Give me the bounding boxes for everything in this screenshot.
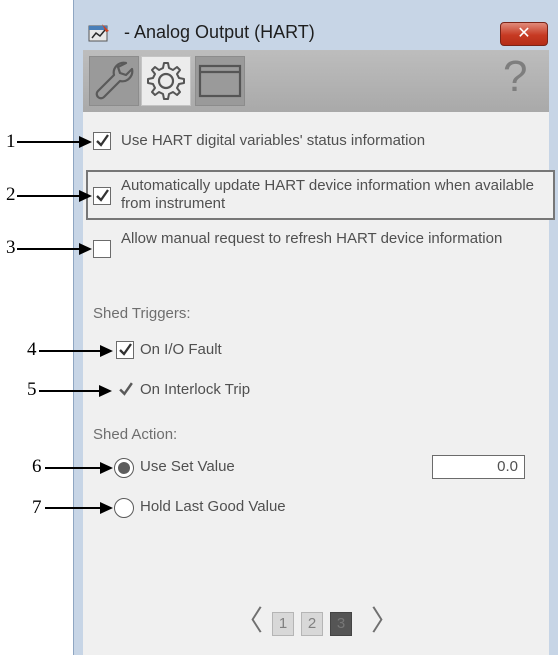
hart-status-label: Use HART digital variables' status infor…: [121, 132, 426, 149]
window-title: - Analog Output (HART): [124, 22, 315, 42]
callout-number: 2: [6, 184, 16, 205]
arrow-icon: [79, 243, 92, 255]
io-fault-checkbox[interactable]: [116, 341, 134, 359]
close-button[interactable]: ✕: [500, 22, 548, 46]
callout-line: [39, 390, 101, 392]
arrow-icon: [100, 502, 113, 514]
callout-line: [17, 248, 81, 250]
interlock-trip-check-icon[interactable]: [118, 381, 134, 397]
use-set-value-label: Use Set Value: [140, 458, 235, 475]
help-icon[interactable]: ?: [503, 52, 527, 102]
page-3-button[interactable]: 3: [330, 612, 352, 636]
interlock-trip-label: On Interlock Trip: [140, 381, 251, 398]
callout-line: [17, 195, 81, 197]
arrow-icon: [99, 385, 112, 397]
tab-configuration[interactable]: [141, 56, 191, 106]
set-value-input[interactable]: 0.0: [432, 455, 525, 479]
tab-maintenance[interactable]: [89, 56, 139, 106]
io-fault-label: On I/O Fault: [140, 341, 222, 358]
faceplate-icon: [198, 64, 242, 98]
callout-line: [45, 507, 102, 509]
arrow-icon: [100, 345, 113, 357]
arrow-icon: [100, 462, 113, 474]
callout-number: 5: [27, 379, 37, 400]
tab-bar: ?: [83, 50, 549, 112]
gear-icon: [147, 62, 185, 100]
arrow-icon: [79, 136, 92, 148]
callout-number: 4: [27, 339, 37, 360]
use-set-value-radio[interactable]: [114, 458, 134, 478]
radio-selected-dot: [118, 462, 130, 474]
callout-number: 6: [32, 456, 42, 477]
callout-number: 1: [6, 131, 16, 152]
arrow-icon: [79, 190, 92, 202]
auto-update-label: Automatically update HART device informa…: [121, 177, 535, 212]
checkmark-icon: [96, 134, 109, 147]
callout-line: [45, 467, 102, 469]
callout-number: 7: [32, 497, 42, 518]
manual-refresh-label: Allow manual request to refresh HART dev…: [121, 230, 503, 247]
chevron-left-icon[interactable]: 〈: [235, 607, 263, 635]
chevron-right-icon[interactable]: 〉: [371, 607, 399, 635]
auto-update-checkbox[interactable]: [93, 187, 111, 205]
faceplate-content: ? Use HART digital variables' status inf…: [83, 50, 555, 655]
page-1-button[interactable]: 1: [272, 612, 294, 636]
hold-last-good-value-label: Hold Last Good Value: [140, 498, 286, 515]
title-bar[interactable]: - Analog Output (HART) ✕: [74, 0, 558, 46]
hold-last-good-value-radio[interactable]: [114, 498, 134, 518]
tab-faceplate[interactable]: [195, 56, 245, 106]
checkmark-icon: [96, 189, 109, 202]
shed-action-heading: Shed Action:: [93, 426, 178, 443]
checkmark-icon: [119, 343, 132, 356]
page-2-button[interactable]: 2: [301, 612, 323, 636]
faceplate-window: - Analog Output (HART) ✕ ? Use HART digi…: [73, 0, 558, 655]
callout-number: 3: [6, 237, 16, 258]
app-icon: [88, 24, 109, 42]
hart-status-checkbox[interactable]: [93, 132, 111, 150]
manual-refresh-checkbox[interactable]: [93, 240, 111, 258]
shed-triggers-heading: Shed Triggers:: [93, 305, 191, 322]
callout-line: [39, 350, 102, 352]
wrench-icon: [95, 61, 134, 100]
callout-line: [17, 141, 81, 143]
